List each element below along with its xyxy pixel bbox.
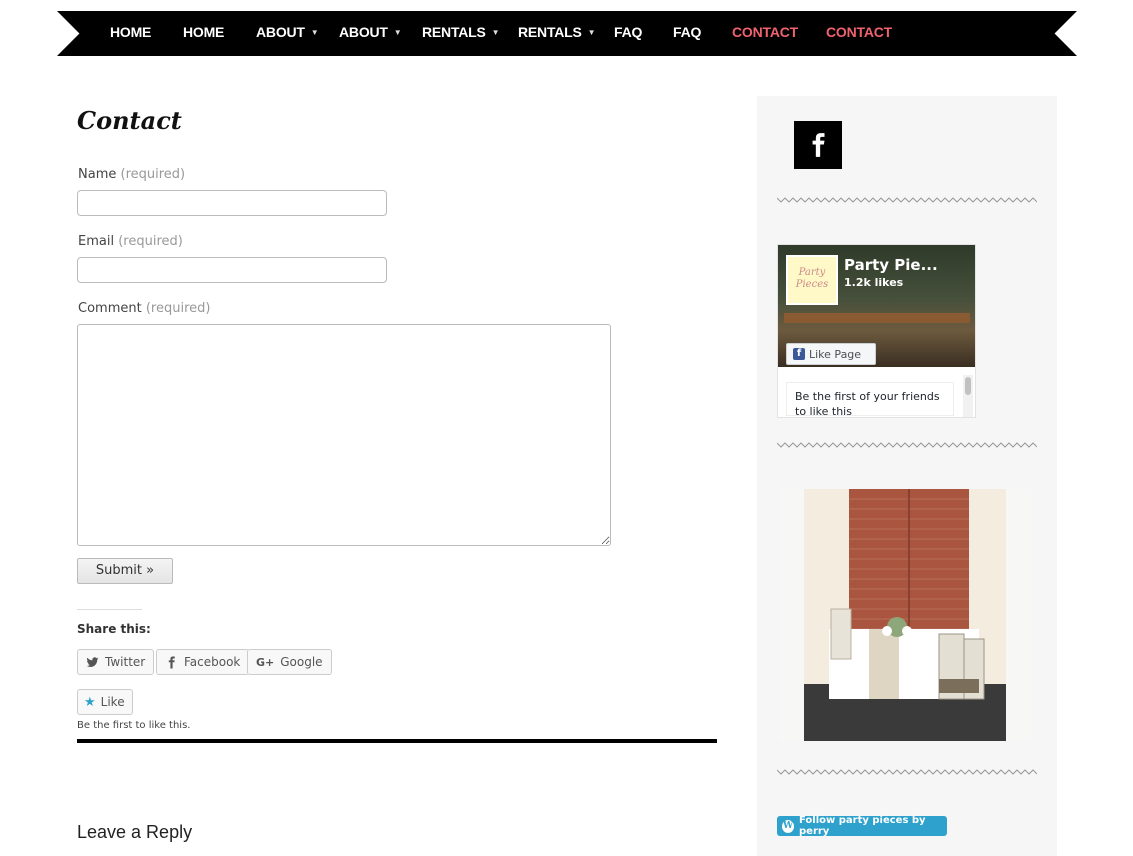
fb-cover-table xyxy=(784,313,970,323)
name-field[interactable] xyxy=(77,190,387,216)
caret-down-icon: ▼ xyxy=(310,28,319,37)
nav-item-about[interactable]: ABOUT ▼ xyxy=(339,24,402,40)
google-plus-icon: G+ xyxy=(256,655,275,669)
zigzag-divider xyxy=(777,769,1037,775)
facebook-page-widget[interactable]: Party Pieces Party Pie... 1.2k likes f L… xyxy=(777,244,976,418)
name-label: Name (required) xyxy=(78,167,185,182)
facebook-icon: f xyxy=(793,348,805,360)
nav-item-contact[interactable]: CONTACT xyxy=(732,24,798,40)
share-google-label: Google xyxy=(280,655,323,669)
comment-label-text: Comment xyxy=(78,301,142,316)
required-note: (required) xyxy=(145,301,211,316)
star-icon: ★ xyxy=(84,694,96,710)
share-divider xyxy=(77,609,142,610)
submit-button[interactable]: Submit » xyxy=(77,558,173,584)
like-button[interactable]: ★ Like xyxy=(77,689,133,715)
page-title: Contact xyxy=(77,106,182,135)
required-note: (required) xyxy=(118,234,183,249)
share-title: Share this: xyxy=(77,622,151,636)
facebook-icon xyxy=(168,656,175,668)
facebook-link[interactable] xyxy=(794,121,842,169)
facebook-icon xyxy=(812,133,825,157)
sidebar xyxy=(757,96,1057,856)
caret-down-icon: ▼ xyxy=(491,28,500,37)
fb-friends-note: Be the first of your friends to like thi… xyxy=(786,382,954,417)
main-nav: HOME HOME ABOUT ▼ ABOUT ▼ RENTALS ▼ RENTALS… xyxy=(57,11,1077,56)
caret-down-icon: ▼ xyxy=(587,28,596,37)
follow-blog-label: Follow party pieces by perry xyxy=(799,815,926,837)
zigzag-divider xyxy=(777,197,1037,203)
twitter-icon xyxy=(86,656,99,667)
share-twitter-label: Twitter xyxy=(105,655,146,669)
nav-item-contact[interactable]: CONTACT xyxy=(826,24,892,40)
share-facebook-label: Facebook xyxy=(184,655,241,669)
nav-item-label: FAQ xyxy=(673,24,702,40)
name-label-text: Name xyxy=(78,167,117,182)
like-label: Like xyxy=(100,695,125,709)
nav-item-label: RENTALS xyxy=(422,24,486,40)
email-field[interactable] xyxy=(77,257,387,283)
nav-item-about[interactable]: ABOUT ▼ xyxy=(256,24,319,40)
like-note: Be the first to like this. xyxy=(77,720,191,731)
share-google-button[interactable]: G+ Google xyxy=(247,649,332,675)
fb-logo-text: Pieces xyxy=(795,279,829,290)
share-twitter-button[interactable]: Twitter xyxy=(77,649,155,675)
fb-scrollbar[interactable] xyxy=(963,375,973,417)
fb-page-name[interactable]: Party Pie... xyxy=(844,256,938,274)
fb-scroll-thumb[interactable] xyxy=(965,377,971,395)
share-facebook-button[interactable]: Facebook xyxy=(156,649,250,675)
required-note: (required) xyxy=(120,167,186,182)
comment-label: Comment (required) xyxy=(78,301,210,316)
fb-page-likes: 1.2k likes xyxy=(844,276,904,289)
wordpress-icon: W xyxy=(782,819,794,833)
fb-page-logo[interactable]: Party Pieces xyxy=(786,255,838,305)
nav-item-rentals[interactable]: RENTALS ▼ xyxy=(518,24,596,40)
caret-down-icon: ▼ xyxy=(393,28,402,37)
nav-item-faq[interactable]: FAQ xyxy=(673,24,701,40)
sidebar-photo[interactable] xyxy=(779,489,1031,741)
reply-title: Leave a Reply xyxy=(77,822,193,842)
email-label: Email (required) xyxy=(78,234,183,249)
fb-like-page-button[interactable]: f Like Page xyxy=(786,343,876,365)
follow-blog-button[interactable]: W Follow party pieces by perry xyxy=(777,815,947,837)
fb-logo-text: Party xyxy=(798,267,826,278)
nav-item-label: HOME xyxy=(110,24,152,40)
dining-room-photo xyxy=(779,489,1031,741)
nav-item-label: ABOUT xyxy=(256,24,305,40)
nav-item-label: ABOUT xyxy=(339,24,388,40)
nav-item-home[interactable]: HOME xyxy=(110,24,151,40)
comment-textarea[interactable] xyxy=(77,324,611,546)
nav-item-label: RENTALS xyxy=(518,24,582,40)
fb-like-page-label: Like Page xyxy=(809,347,862,361)
nav-item-faq[interactable]: FAQ xyxy=(614,24,642,40)
zigzag-divider xyxy=(777,442,1037,448)
nav-item-label: FAQ xyxy=(614,24,643,40)
nav-item-label: CONTACT xyxy=(826,24,892,40)
nav-item-label: HOME xyxy=(183,24,225,40)
email-label-text: Email xyxy=(78,234,115,249)
content-divider xyxy=(77,739,717,743)
nav-item-label: CONTACT xyxy=(732,24,798,40)
nav-item-rentals[interactable]: RENTALS ▼ xyxy=(422,24,500,40)
nav-item-home[interactable]: HOME xyxy=(183,24,224,40)
